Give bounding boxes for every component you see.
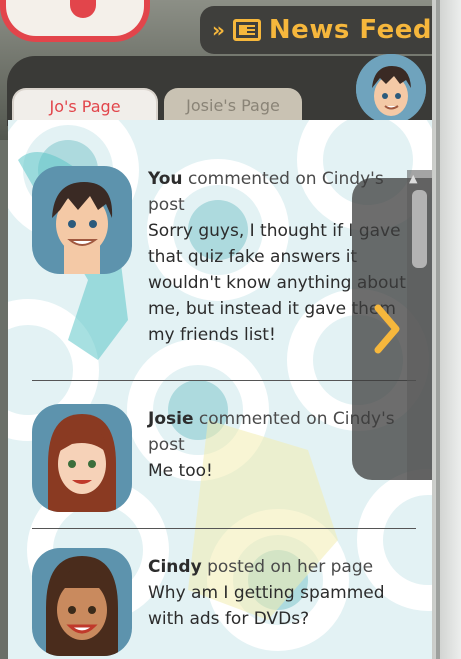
tab-jos-page[interactable]: Jo's Page xyxy=(12,88,158,122)
avatar-cindy[interactable] xyxy=(32,548,132,656)
double-chevron-icon: » xyxy=(212,18,225,42)
post-action: posted on her page xyxy=(207,557,374,577)
tab-label: Josie's Page xyxy=(186,95,280,115)
avatar-josie[interactable] xyxy=(32,404,132,512)
post-author[interactable]: Josie xyxy=(148,409,193,429)
avatar-you[interactable] xyxy=(32,166,132,274)
user-avatar[interactable] xyxy=(356,54,426,124)
logo-mark-icon xyxy=(70,0,96,18)
tab-josies-page[interactable]: Josie's Page xyxy=(164,88,302,122)
post-message: Me too! xyxy=(148,461,213,481)
news-feed-title: News Feed xyxy=(268,15,432,45)
window-border xyxy=(436,0,440,659)
post-action: commented on Cindy's post xyxy=(148,169,384,215)
post-message: Why am I getting spammed with ads for DV… xyxy=(148,583,385,629)
post-author[interactable]: You xyxy=(148,169,183,189)
newspaper-icon xyxy=(232,19,261,41)
news-feed-header[interactable]: » News Feed xyxy=(200,6,432,54)
app-frame: » News Feed Jo's Page Josie's Page You c… xyxy=(0,0,461,659)
scroll-up-icon[interactable]: ▲ xyxy=(409,172,417,185)
next-arrow-icon[interactable] xyxy=(372,304,402,354)
post-author[interactable]: Cindy xyxy=(148,557,202,577)
post-text-3: Cindy posted on her page Why am I gettin… xyxy=(148,554,406,632)
tab-label: Jo's Page xyxy=(49,96,121,116)
scrollbar-thumb[interactable] xyxy=(412,190,427,268)
app-logo xyxy=(0,0,150,42)
feed-divider xyxy=(32,528,416,529)
